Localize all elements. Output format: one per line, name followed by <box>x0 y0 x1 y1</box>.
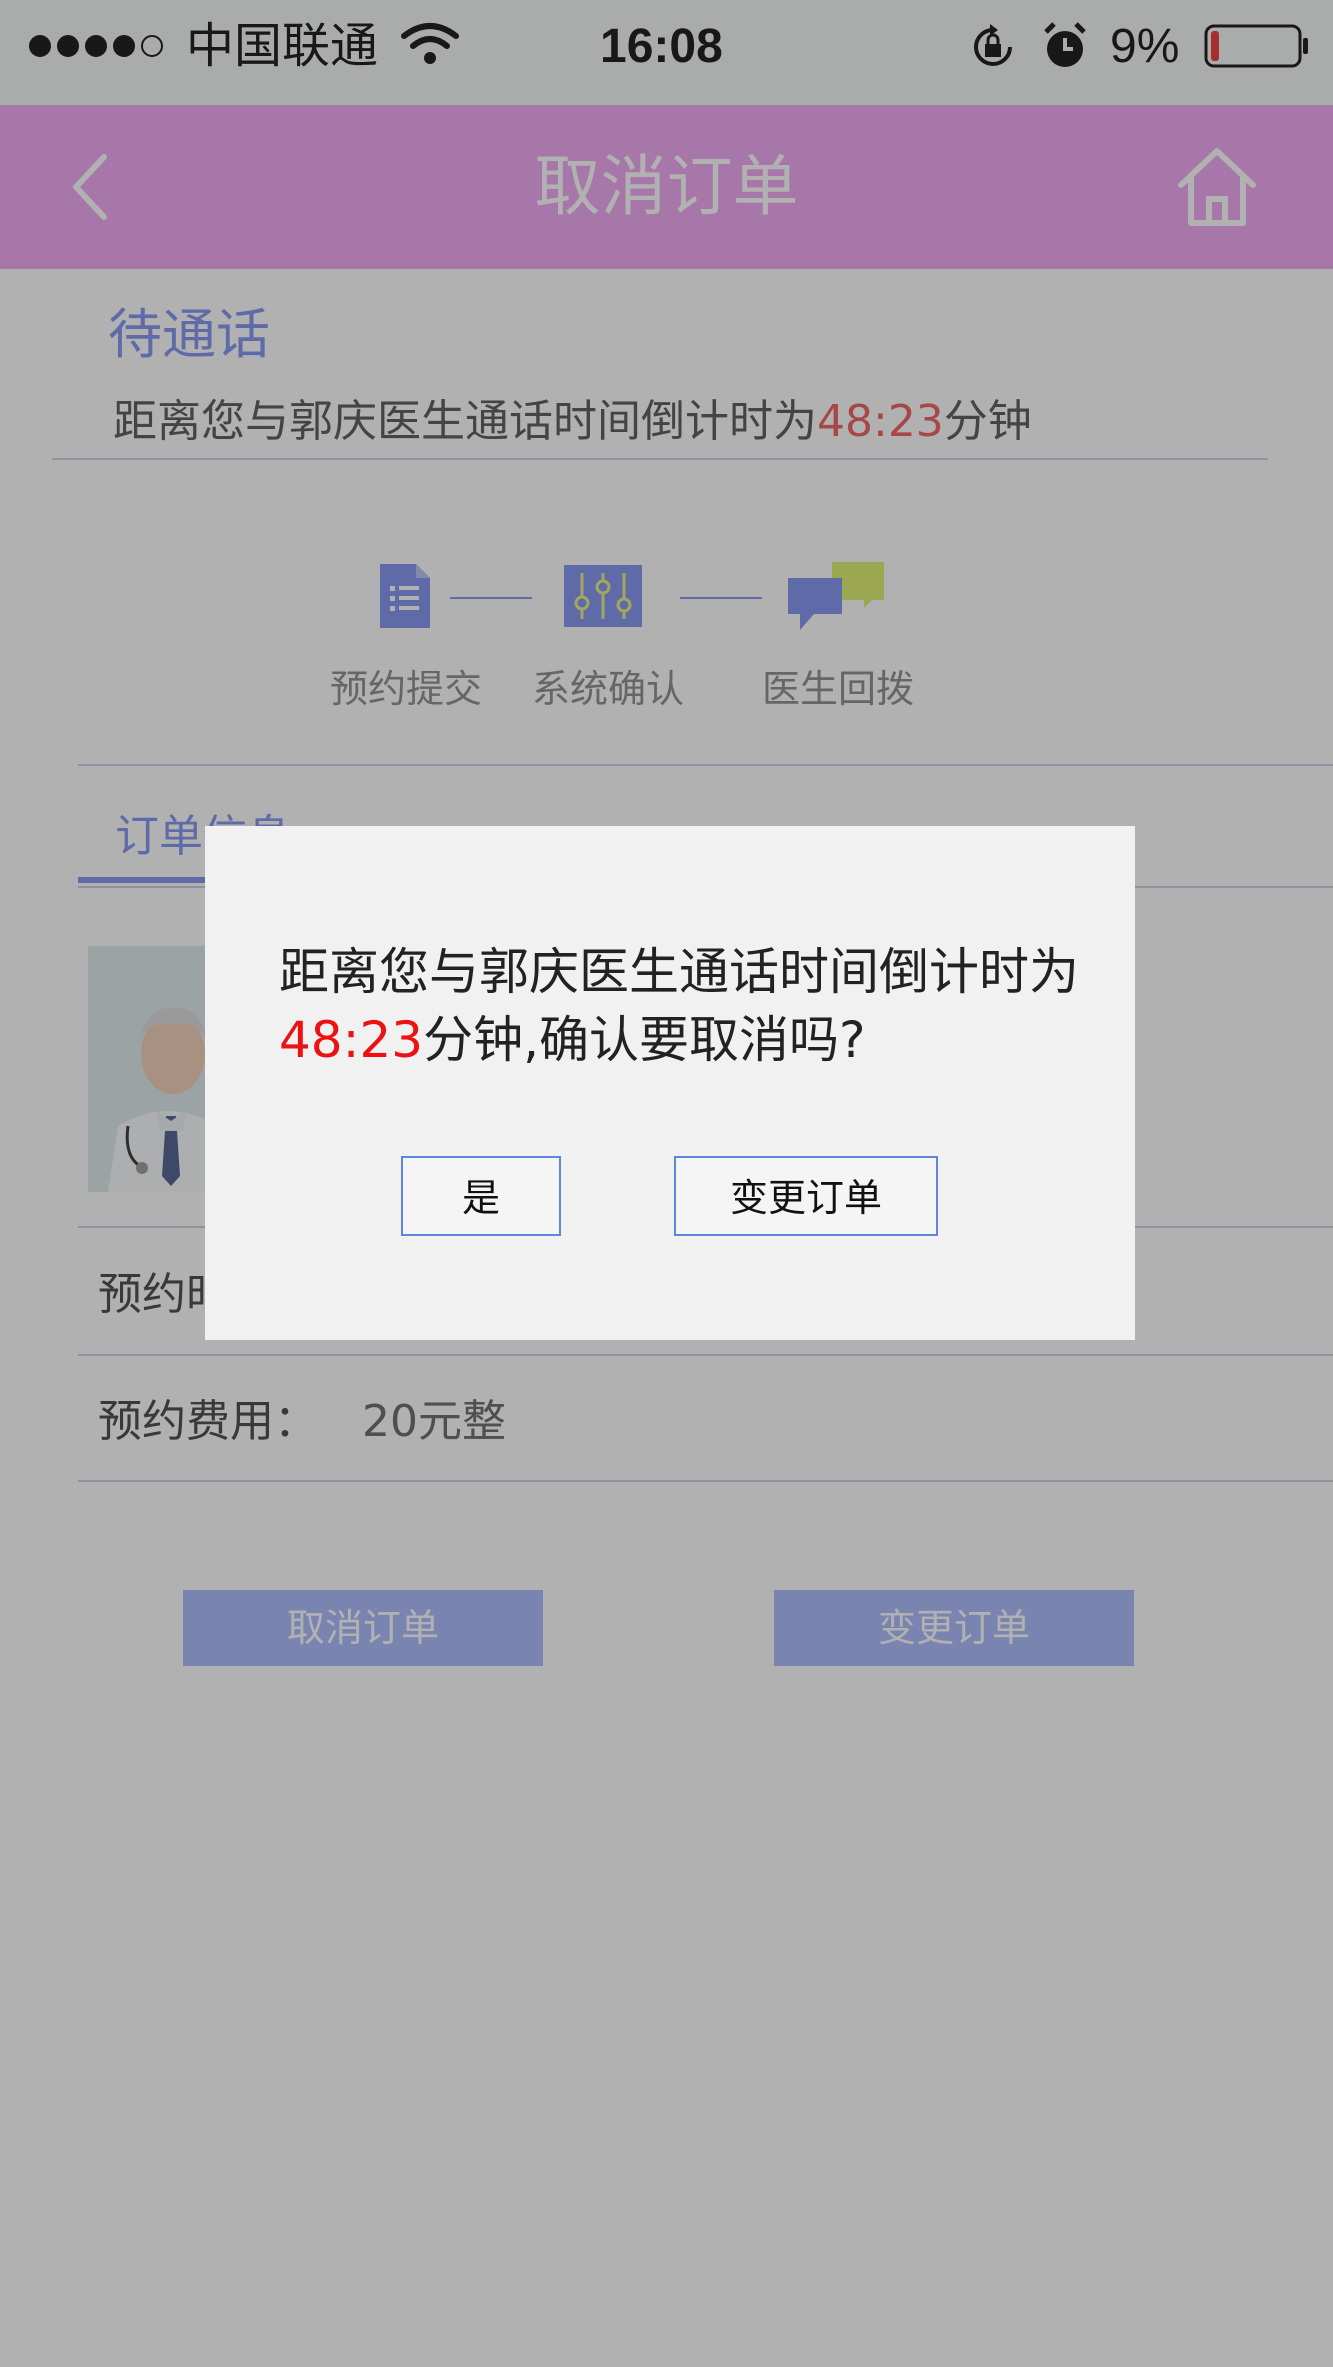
dialog-message-suffix: 分钟,确认要取消吗? <box>423 1011 866 1069</box>
dialog-message: 距离您与郭庆医生通话时间倒计时为 48:23分钟,确认要取消吗? <box>279 938 1079 1074</box>
dialog-change-order-button[interactable]: 变更订单 <box>674 1156 938 1236</box>
confirm-yes-button[interactable]: 是 <box>401 1156 561 1236</box>
dialog-message-prefix: 距离您与郭庆医生通话时间倒计时为 <box>279 943 1079 1001</box>
cancel-confirm-dialog: 距离您与郭庆医生通话时间倒计时为 48:23分钟,确认要取消吗? 是 变更订单 <box>205 826 1135 1340</box>
dialog-countdown-value: 48:23 <box>279 1011 424 1069</box>
